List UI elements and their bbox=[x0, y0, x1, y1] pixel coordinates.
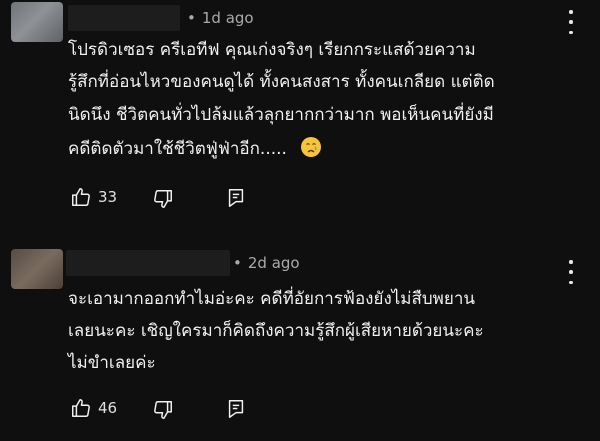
comment-text-line: จะเอามากออกทำไมอ่ะคะ คดีที่อัยการฟ้องยัง… bbox=[68, 289, 475, 309]
time-text: 1d ago bbox=[201, 9, 254, 27]
thumbs-up-icon bbox=[70, 397, 92, 419]
more-vertical-icon[interactable] bbox=[568, 260, 574, 284]
thumbs-down-icon bbox=[152, 188, 174, 210]
comment-text-line: รู้สึกที่อ่อนไหวของคนดูได้ ทั้งคนสงสาร ท… bbox=[68, 72, 495, 92]
like-button[interactable]: 33 bbox=[70, 186, 117, 208]
avatar[interactable] bbox=[11, 249, 63, 289]
dislike-button[interactable] bbox=[152, 399, 174, 421]
time-text: 2d ago bbox=[247, 254, 300, 272]
reply-button[interactable] bbox=[225, 187, 247, 209]
comment-text: คดีติดตัวมาใช้ชีวิตฟู่ฟ่าอีก..... bbox=[68, 139, 287, 159]
comment-text-line-last: คดีติดตัวมาใช้ชีวิตฟู่ฟ่าอีก..... bbox=[68, 134, 322, 168]
comment-timestamp: • 1d ago bbox=[187, 9, 254, 27]
separator-dot: • bbox=[233, 254, 242, 272]
like-button[interactable]: 46 bbox=[70, 397, 117, 419]
more-vertical-icon[interactable] bbox=[568, 10, 574, 34]
thumbs-up-icon bbox=[70, 186, 92, 208]
thumbs-down-icon bbox=[152, 399, 174, 421]
comment-1: • 1d ago โปรดิวเซอร ครีเอทีฟ คุณเก่งจริงๆ… bbox=[0, 0, 600, 220]
reply-icon bbox=[225, 187, 247, 209]
reply-button[interactable] bbox=[225, 398, 247, 420]
comment-2: • 2d ago จะเอามากออกทำไมอ่ะคะ คดีที่อัยกา… bbox=[0, 240, 600, 440]
comment-timestamp: • 2d ago bbox=[233, 254, 300, 272]
crying-face-icon bbox=[300, 136, 322, 168]
comment-text-line: ไม่ขำเลยค่ะ bbox=[68, 353, 156, 373]
reply-icon bbox=[225, 398, 247, 420]
comment-text-line: โปรดิวเซอร ครีเอทีฟ คุณเก่งจริงๆ เรียกกร… bbox=[68, 40, 476, 60]
like-count: 33 bbox=[98, 188, 118, 206]
comment-text-line: นิดนึง ชีวิตคนทั่วไปล้มแล้วลุกยากกว่ามาก… bbox=[68, 105, 494, 125]
redacted-username[interactable] bbox=[66, 250, 230, 276]
separator-dot: • bbox=[187, 9, 196, 27]
comment-text-line: เลยนะคะ เชิญใครมาก็คิดถึงความรู้สึกผู้เส… bbox=[68, 321, 484, 341]
like-count: 46 bbox=[98, 399, 118, 417]
redacted-username[interactable] bbox=[68, 5, 180, 31]
avatar[interactable] bbox=[11, 2, 63, 42]
dislike-button[interactable] bbox=[152, 188, 174, 210]
